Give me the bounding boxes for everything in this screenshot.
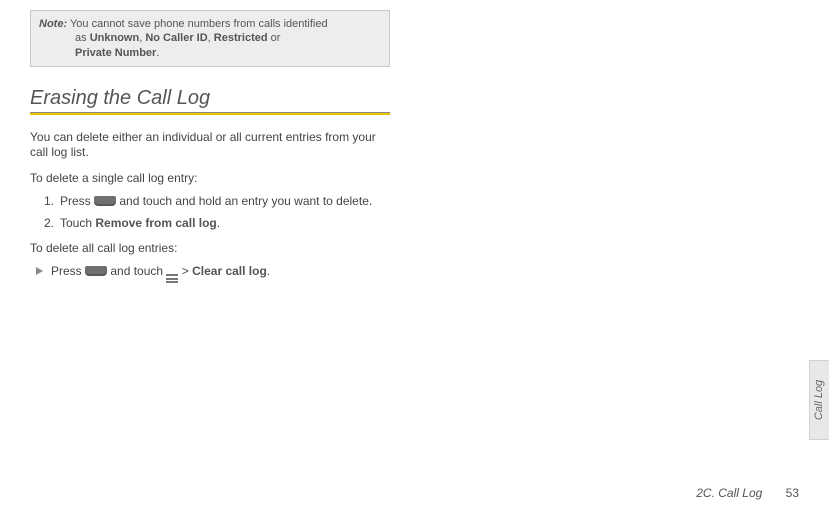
footer-page-number: 53 xyxy=(786,486,799,500)
note-period: . xyxy=(156,47,159,59)
section-rule xyxy=(30,112,390,116)
side-tab-label: Call Log xyxy=(814,380,826,420)
step-2-dot: . xyxy=(217,216,220,230)
step-1-text-a: Press xyxy=(60,194,94,208)
bullet-dot: . xyxy=(267,264,270,278)
bullet-bold: Clear call log xyxy=(192,264,267,278)
bullet-all: Press and touch > Clear call log. xyxy=(36,263,390,282)
note-as: as xyxy=(75,32,90,44)
note-label: Note: xyxy=(39,18,67,30)
subhead-single: To delete a single call log entry: xyxy=(30,171,390,185)
intro-paragraph: You can delete either an individual or a… xyxy=(30,130,390,161)
step-2-number: 2. xyxy=(44,215,54,231)
bullet-text-a: Press xyxy=(51,264,85,278)
note-box: Note: You cannot save phone numbers from… xyxy=(30,10,390,67)
note-text-line1: You cannot save phone numbers from calls… xyxy=(70,18,328,30)
page-footer: 2C. Call Log 53 xyxy=(696,486,799,500)
menu-icon xyxy=(166,274,178,283)
step-1-text-b: and touch and hold an entry you want to … xyxy=(116,194,372,208)
note-bold-nocallerid: No Caller ID xyxy=(145,32,207,44)
step-2-bold: Remove from call log xyxy=(95,216,216,230)
note-bold-restricted: Restricted xyxy=(214,32,268,44)
steps-single: 1. Press and touch and hold an entry you… xyxy=(44,193,390,231)
note-bold-unknown: Unknown xyxy=(90,32,140,44)
bullet-content: Press and touch > Clear call log. xyxy=(51,263,270,282)
section-title: Erasing the Call Log xyxy=(30,87,390,110)
home-key-icon xyxy=(94,196,116,206)
note-text-line3: Private Number. xyxy=(39,46,381,60)
step-1: 1. Press and touch and hold an entry you… xyxy=(44,193,390,209)
triangle-bullet-icon xyxy=(36,267,43,275)
subhead-all: To delete all call log entries: xyxy=(30,241,390,255)
home-key-icon xyxy=(85,266,107,276)
manual-page: Note: You cannot save phone numbers from… xyxy=(0,0,829,516)
bullet-gt: > xyxy=(178,264,192,278)
step-1-number: 1. xyxy=(44,193,54,209)
footer-section: 2C. Call Log xyxy=(696,486,762,500)
bullet-text-b: and touch xyxy=(107,264,166,278)
note-text-line2: as Unknown, No Caller ID, Restricted or xyxy=(39,31,381,45)
note-or: or xyxy=(268,32,281,44)
side-tab: Call Log xyxy=(809,360,829,440)
step-2-text-a: Touch xyxy=(60,216,95,230)
content-column: Note: You cannot save phone numbers from… xyxy=(30,10,390,282)
note-bold-private: Private Number xyxy=(75,47,156,59)
step-2: 2. Touch Remove from call log. xyxy=(44,215,390,231)
